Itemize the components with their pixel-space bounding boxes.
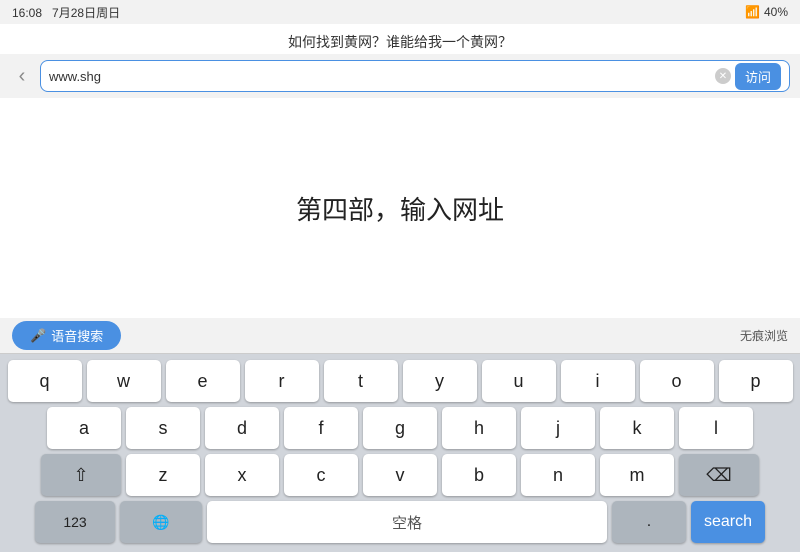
key-j[interactable]: j: [521, 407, 595, 449]
keyboard-rows: q w e r t y u i o p a s d f g h j k l ⇧ …: [0, 354, 800, 552]
dot-key[interactable]: .: [612, 501, 686, 543]
key-q[interactable]: q: [8, 360, 82, 402]
key-row-3: ⇧ z x c v b n m ⌫: [3, 454, 797, 496]
key-g[interactable]: g: [363, 407, 437, 449]
main-content: 第四部，输入网址: [0, 98, 800, 318]
key-k[interactable]: k: [600, 407, 674, 449]
key-r[interactable]: r: [245, 360, 319, 402]
key-t[interactable]: t: [324, 360, 398, 402]
key-u[interactable]: u: [482, 360, 556, 402]
key-o[interactable]: o: [640, 360, 714, 402]
back-button[interactable]: ‹: [10, 65, 34, 88]
space-key[interactable]: 空格: [207, 501, 607, 543]
voice-search-button[interactable]: 🎤 语音搜索: [12, 321, 121, 350]
key-x[interactable]: x: [205, 454, 279, 496]
key-c[interactable]: c: [284, 454, 358, 496]
key-e[interactable]: e: [166, 360, 240, 402]
key-i[interactable]: i: [561, 360, 635, 402]
page-title: 第四部，输入网址: [296, 190, 504, 227]
key-d[interactable]: d: [205, 407, 279, 449]
key-a[interactable]: a: [47, 407, 121, 449]
address-bar-area: ‹ www.shg ✕ 访问: [0, 54, 800, 98]
question-text: 如何找到黄网？谁能给我一个黄网？: [288, 34, 512, 50]
key-m[interactable]: m: [600, 454, 674, 496]
shift-key[interactable]: ⇧: [41, 454, 121, 496]
delete-key[interactable]: ⌫: [679, 454, 759, 496]
address-input[interactable]: www.shg: [49, 69, 715, 84]
emoji-key[interactable]: 🌐: [120, 501, 202, 543]
voice-search-label: 语音搜索: [51, 326, 103, 345]
mic-icon: 🎤: [30, 328, 46, 344]
key-row-4: 123 🌐 空格 . search: [3, 501, 797, 543]
search-key[interactable]: search: [691, 501, 765, 543]
key-w[interactable]: w: [87, 360, 161, 402]
status-bar: 16:08 7月28日周日 📶 40%: [0, 0, 800, 24]
key-h[interactable]: h: [442, 407, 516, 449]
key-b[interactable]: b: [442, 454, 516, 496]
time-display: 16:08: [12, 6, 42, 20]
key-v[interactable]: v: [363, 454, 437, 496]
keyboard-area: 🎤 语音搜索 无痕浏览 q w e r t y u i o p a s d f …: [0, 318, 800, 552]
clear-button[interactable]: ✕: [715, 68, 731, 84]
key-y[interactable]: y: [403, 360, 477, 402]
status-right: 📶 40%: [745, 5, 788, 19]
status-time: 16:08 7月28日周日: [12, 4, 120, 21]
question-area: 如何找到黄网？谁能给我一个黄网？: [0, 24, 800, 54]
key-row-1: q w e r t y u i o p: [3, 360, 797, 402]
wifi-icon: 📶: [745, 5, 760, 19]
key-n[interactable]: n: [521, 454, 595, 496]
battery-display: 40%: [764, 5, 788, 19]
private-browse-label: 无痕浏览: [740, 327, 788, 344]
address-input-wrapper[interactable]: www.shg ✕ 访问: [40, 60, 790, 92]
date-display: 7月28日周日: [52, 6, 120, 20]
key-p[interactable]: p: [719, 360, 793, 402]
key-s[interactable]: s: [126, 407, 200, 449]
keyboard-toolbar: 🎤 语音搜索 无痕浏览: [0, 318, 800, 354]
number-switch-key[interactable]: 123: [35, 501, 115, 543]
key-z[interactable]: z: [126, 454, 200, 496]
key-f[interactable]: f: [284, 407, 358, 449]
key-l[interactable]: l: [679, 407, 753, 449]
visit-button[interactable]: 访问: [735, 63, 781, 90]
key-row-2: a s d f g h j k l: [3, 407, 797, 449]
